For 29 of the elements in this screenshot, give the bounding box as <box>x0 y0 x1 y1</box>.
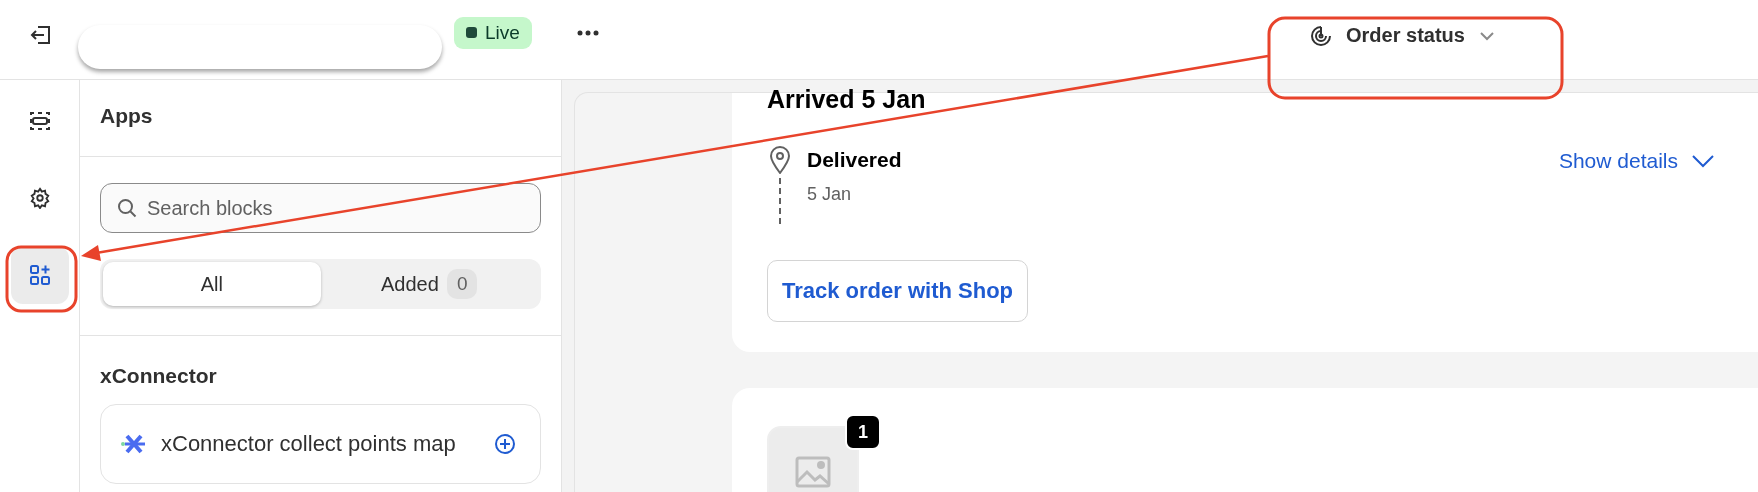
settings-icon <box>28 187 51 209</box>
details-link[interactable]: Show details <box>1558 149 1714 173</box>
radar-icon <box>1310 24 1332 47</box>
track-order-button[interactable]: Track order with Shop <box>767 260 1029 322</box>
more-icon[interactable] <box>576 29 599 36</box>
group-heading: xConnector <box>100 364 218 388</box>
status-badge: Live <box>454 16 532 49</box>
app-block-item[interactable]: xConnector collect points map <box>100 404 541 484</box>
chevron-down-icon <box>1692 154 1714 168</box>
quantity-badge: 1 <box>845 414 881 450</box>
shipment-heading: Arrived 5 Jan <box>767 87 926 112</box>
search-icon <box>117 198 137 218</box>
rail-item[interactable] <box>10 246 69 304</box>
count-badge: 0 <box>446 269 478 299</box>
image-placeholder-icon <box>795 456 831 488</box>
exit-icon[interactable] <box>30 23 52 46</box>
event-date: 5 Jan <box>807 184 853 205</box>
add-icon[interactable] <box>494 433 516 455</box>
apps-icon <box>28 264 51 286</box>
search-field[interactable]: Search blocks <box>100 183 541 233</box>
sections-icon <box>28 110 51 132</box>
template-select[interactable]: Order status <box>1306 20 1499 51</box>
event-status: Delivered <box>807 148 902 172</box>
filter-tab[interactable]: All <box>103 262 321 306</box>
chevron-down-icon <box>1478 30 1495 41</box>
panel-title: Apps <box>100 104 153 128</box>
filter-tab[interactable]: Added 0 <box>320 262 538 306</box>
timeline-pin-icon <box>767 146 793 224</box>
app-logo-icon <box>121 433 147 455</box>
